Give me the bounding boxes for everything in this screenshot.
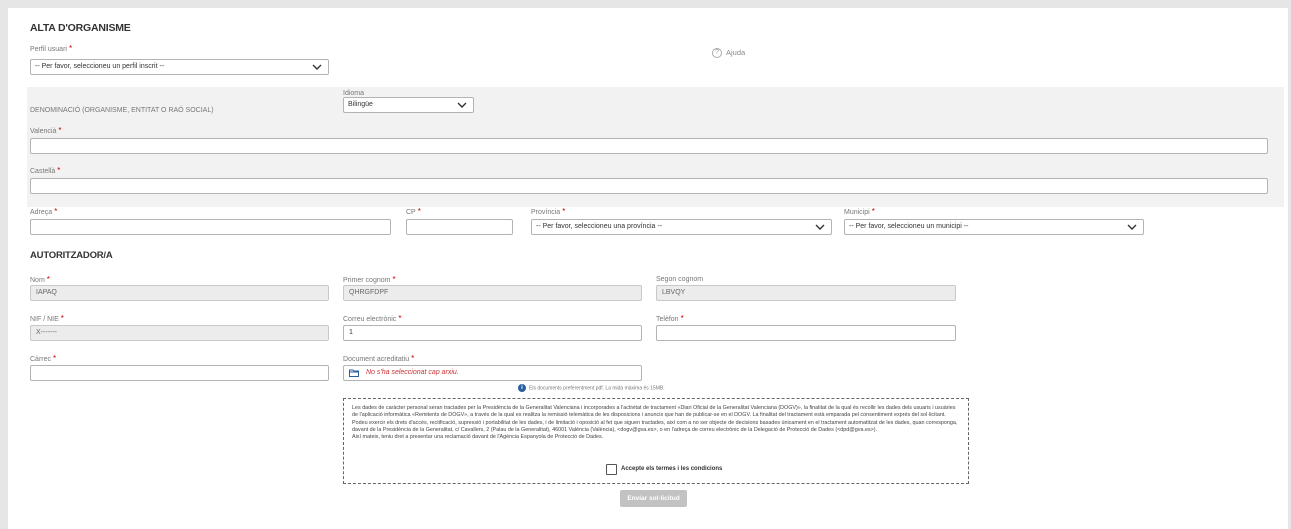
name-input[interactable]: IAPAQ: [30, 285, 329, 301]
chevron-down-icon: [312, 64, 322, 70]
chevron-down-icon: [457, 102, 467, 108]
nif-label-row: NIF / NIE *: [30, 314, 64, 323]
help-link[interactable]: ? Ajuda: [712, 48, 746, 59]
terms-paragraph: Així mateix, teniu dret a presentar una …: [352, 434, 604, 441]
doc-label: Document acreditatiu: [343, 356, 410, 363]
position-label: Càrrec: [30, 356, 52, 363]
municipality-label: Municipi: [844, 209, 870, 216]
valencian-label: Valencià: [30, 128, 57, 135]
second-surname-label: Segon cognom: [656, 276, 704, 283]
required-mark: *: [60, 314, 64, 323]
province-select[interactable]: -- Per favor, seleccioneu una província …: [531, 219, 832, 235]
first-surname-label: Primer cognom: [343, 277, 391, 284]
info-icon: i: [518, 384, 526, 392]
second-surname-input[interactable]: LBVQY: [656, 285, 956, 301]
phone-label: Telèfon: [656, 316, 679, 323]
spanish-input[interactable]: [30, 178, 1268, 194]
language-select[interactable]: Bilingüe: [343, 97, 474, 113]
required-mark: *: [57, 166, 61, 175]
required-mark: *: [411, 354, 415, 363]
required-mark: *: [871, 207, 875, 216]
cp-label-row: CP *: [406, 207, 421, 216]
name-label: Nom: [30, 277, 45, 284]
email-input[interactable]: 1: [343, 325, 642, 341]
doc-note: i Els documents preferentment pdf. La mid…: [518, 384, 665, 392]
language-label: Idioma: [343, 90, 365, 97]
position-label-row: Càrrec *: [30, 354, 56, 363]
profile-label-row: Perfil usuari *: [30, 44, 72, 53]
chevron-down-icon: [815, 224, 825, 230]
required-mark: *: [46, 275, 50, 284]
accept-terms-checkbox[interactable]: [606, 464, 617, 475]
municipality-label-row: Municipi *: [844, 207, 875, 216]
province-select-value: -- Per favor, seleccioneu una província …: [536, 223, 663, 230]
folder-icon: [349, 369, 359, 377]
valencian-label-row: Valencià *: [30, 126, 61, 135]
spanish-label: Castellà: [30, 168, 56, 175]
doc-label-row: Document acreditatiu *: [343, 354, 414, 363]
cp-input[interactable]: [406, 219, 513, 235]
left-strip: [0, 8, 8, 529]
municipality-select-value: -- Per favor, seleccioneu un municipi --: [849, 223, 969, 230]
denomination-label: DENOMINACIÓ (ORGANISME, ENTITAT O RAÓ SO…: [30, 107, 214, 114]
chevron-down-icon: [1127, 224, 1137, 230]
terms-paragraph: Les dades de caràcter personal seran tra…: [352, 405, 956, 419]
required-mark: *: [392, 275, 396, 284]
name-label-row: Nom *: [30, 275, 50, 284]
profile-select-value: -- Per favor, seleccioneu un perfil insc…: [35, 63, 165, 70]
doc-note-text: Els documents preferentment pdf. La mida…: [529, 385, 665, 392]
authorizer-title: AUTORITZADOR/A: [30, 250, 113, 261]
help-label: Ajuda: [726, 48, 746, 57]
first-surname-input[interactable]: QHRGFDPF: [343, 285, 642, 301]
phone-label-row: Telèfon *: [656, 314, 684, 323]
question-circle-icon: ?: [712, 48, 722, 59]
language-select-value: Bilingüe: [348, 101, 373, 108]
email-label: Correu electrònic: [343, 316, 397, 323]
accept-terms-label: Accepte els termes i les condicions: [621, 466, 723, 472]
cp-label: CP: [406, 209, 416, 216]
email-label-row: Correu electrònic *: [343, 314, 401, 323]
required-mark: *: [58, 126, 62, 135]
file-input[interactable]: No s'ha seleccionat cap arxiu.: [343, 365, 642, 381]
municipality-select[interactable]: -- Per favor, seleccioneu un municipi --: [844, 219, 1144, 235]
profile-label: Perfil usuari: [30, 46, 67, 53]
address-label-row: Adreça *: [30, 207, 57, 216]
valencian-input[interactable]: [30, 138, 1268, 154]
spanish-label-row: Castellà *: [30, 166, 60, 175]
required-mark: *: [53, 354, 57, 363]
terms-paragraph: Podeu exercir els drets d'accés, rectifi…: [352, 419, 958, 433]
address-input[interactable]: [30, 219, 391, 235]
page-title: ALTA D'ORGANISME: [30, 22, 131, 34]
submit-button[interactable]: Enviar sol·licitud: [620, 490, 687, 507]
required-mark: *: [417, 207, 421, 216]
top-strip: [0, 0, 1291, 8]
file-input-text: No s'ha seleccionat cap arxiu.: [366, 369, 459, 376]
profile-select[interactable]: -- Per favor, seleccioneu un perfil insc…: [30, 59, 329, 75]
nif-label: NIF / NIE: [30, 316, 59, 323]
phone-input[interactable]: [656, 325, 956, 341]
required-mark: *: [680, 314, 684, 323]
required-mark: *: [68, 44, 73, 53]
required-mark: *: [562, 207, 566, 216]
nif-input[interactable]: X-------: [30, 325, 329, 341]
address-label: Adreça: [30, 209, 53, 216]
required-mark: *: [54, 207, 58, 216]
province-label: Província: [531, 209, 561, 216]
province-label-row: Província *: [531, 207, 565, 216]
position-input[interactable]: [30, 365, 329, 381]
required-mark: *: [398, 314, 402, 323]
first-surname-label-row: Primer cognom *: [343, 275, 396, 284]
